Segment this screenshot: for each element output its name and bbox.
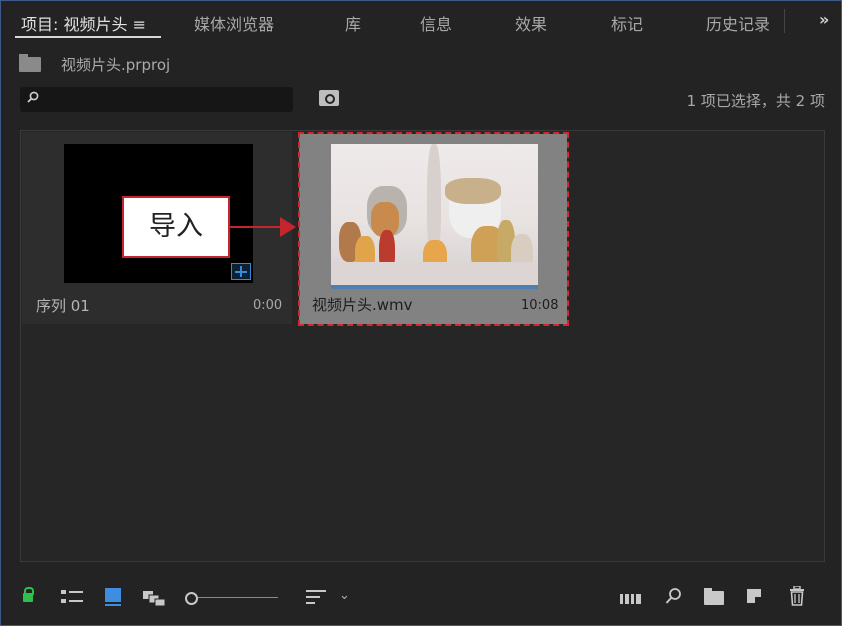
- tab-project[interactable]: 项目: 视频片头 ≡: [21, 11, 146, 35]
- tab-info[interactable]: 信息: [420, 11, 452, 35]
- search-icon: [27, 91, 39, 103]
- zoom-slider-handle[interactable]: [185, 592, 198, 605]
- trash-icon[interactable]: [789, 586, 805, 606]
- tab-media-browser[interactable]: 媒体浏览器: [194, 11, 274, 35]
- automate-to-sequence-icon[interactable]: [620, 593, 642, 605]
- chevron-down-icon[interactable]: ⌄: [339, 588, 350, 603]
- list-view-icon[interactable]: [61, 589, 83, 605]
- folder-up-icon[interactable]: [19, 54, 41, 72]
- callout-arrow-line: [230, 226, 282, 228]
- tab-effects[interactable]: 效果: [515, 11, 547, 35]
- project-file-name: 视频片头.prproj: [61, 56, 171, 74]
- tab-separator: [784, 9, 785, 33]
- zoom-slider-track[interactable]: [198, 597, 278, 598]
- sort-icon[interactable]: [306, 589, 326, 605]
- tab-history[interactable]: 历史记录: [706, 11, 770, 35]
- item-name: 序列 01: [36, 297, 90, 315]
- search-input[interactable]: [20, 87, 293, 112]
- selection-status: 1 项已选择，共 2 项: [686, 92, 825, 110]
- new-item-icon[interactable]: [747, 589, 761, 603]
- lock-icon[interactable]: [23, 587, 34, 602]
- panel-menu-icon[interactable]: ≡: [133, 15, 146, 34]
- tab-libraries[interactable]: 库: [345, 11, 361, 35]
- selection-highlight: [298, 132, 569, 326]
- overflow-tabs-icon[interactable]: »: [819, 10, 829, 29]
- freeform-view-icon[interactable]: [143, 589, 167, 607]
- callout-arrow-icon: [280, 217, 296, 237]
- tab-markers[interactable]: 标记: [611, 11, 643, 35]
- import-callout: 导入: [122, 196, 230, 258]
- sequence-icon: [231, 263, 251, 280]
- new-search-bin-icon[interactable]: [319, 90, 339, 106]
- bottom-toolbar: [1, 581, 841, 615]
- find-icon[interactable]: [665, 587, 683, 605]
- new-bin-icon[interactable]: [704, 588, 724, 605]
- active-tab-indicator: [15, 36, 161, 38]
- media-grid: 序列 01 0:00 视频片头.wmv 10:08: [20, 130, 825, 562]
- tab-bar: 项目: 视频片头 ≡ 媒体浏览器 库 信息 效果 标记 历史记录 »: [1, 1, 841, 41]
- item-duration: 0:00: [253, 298, 283, 313]
- icon-view-icon[interactable]: [105, 588, 121, 606]
- project-panel: 项目: 视频片头 ≡ 媒体浏览器 库 信息 效果 标记 历史记录 » 视频片头.…: [0, 0, 842, 626]
